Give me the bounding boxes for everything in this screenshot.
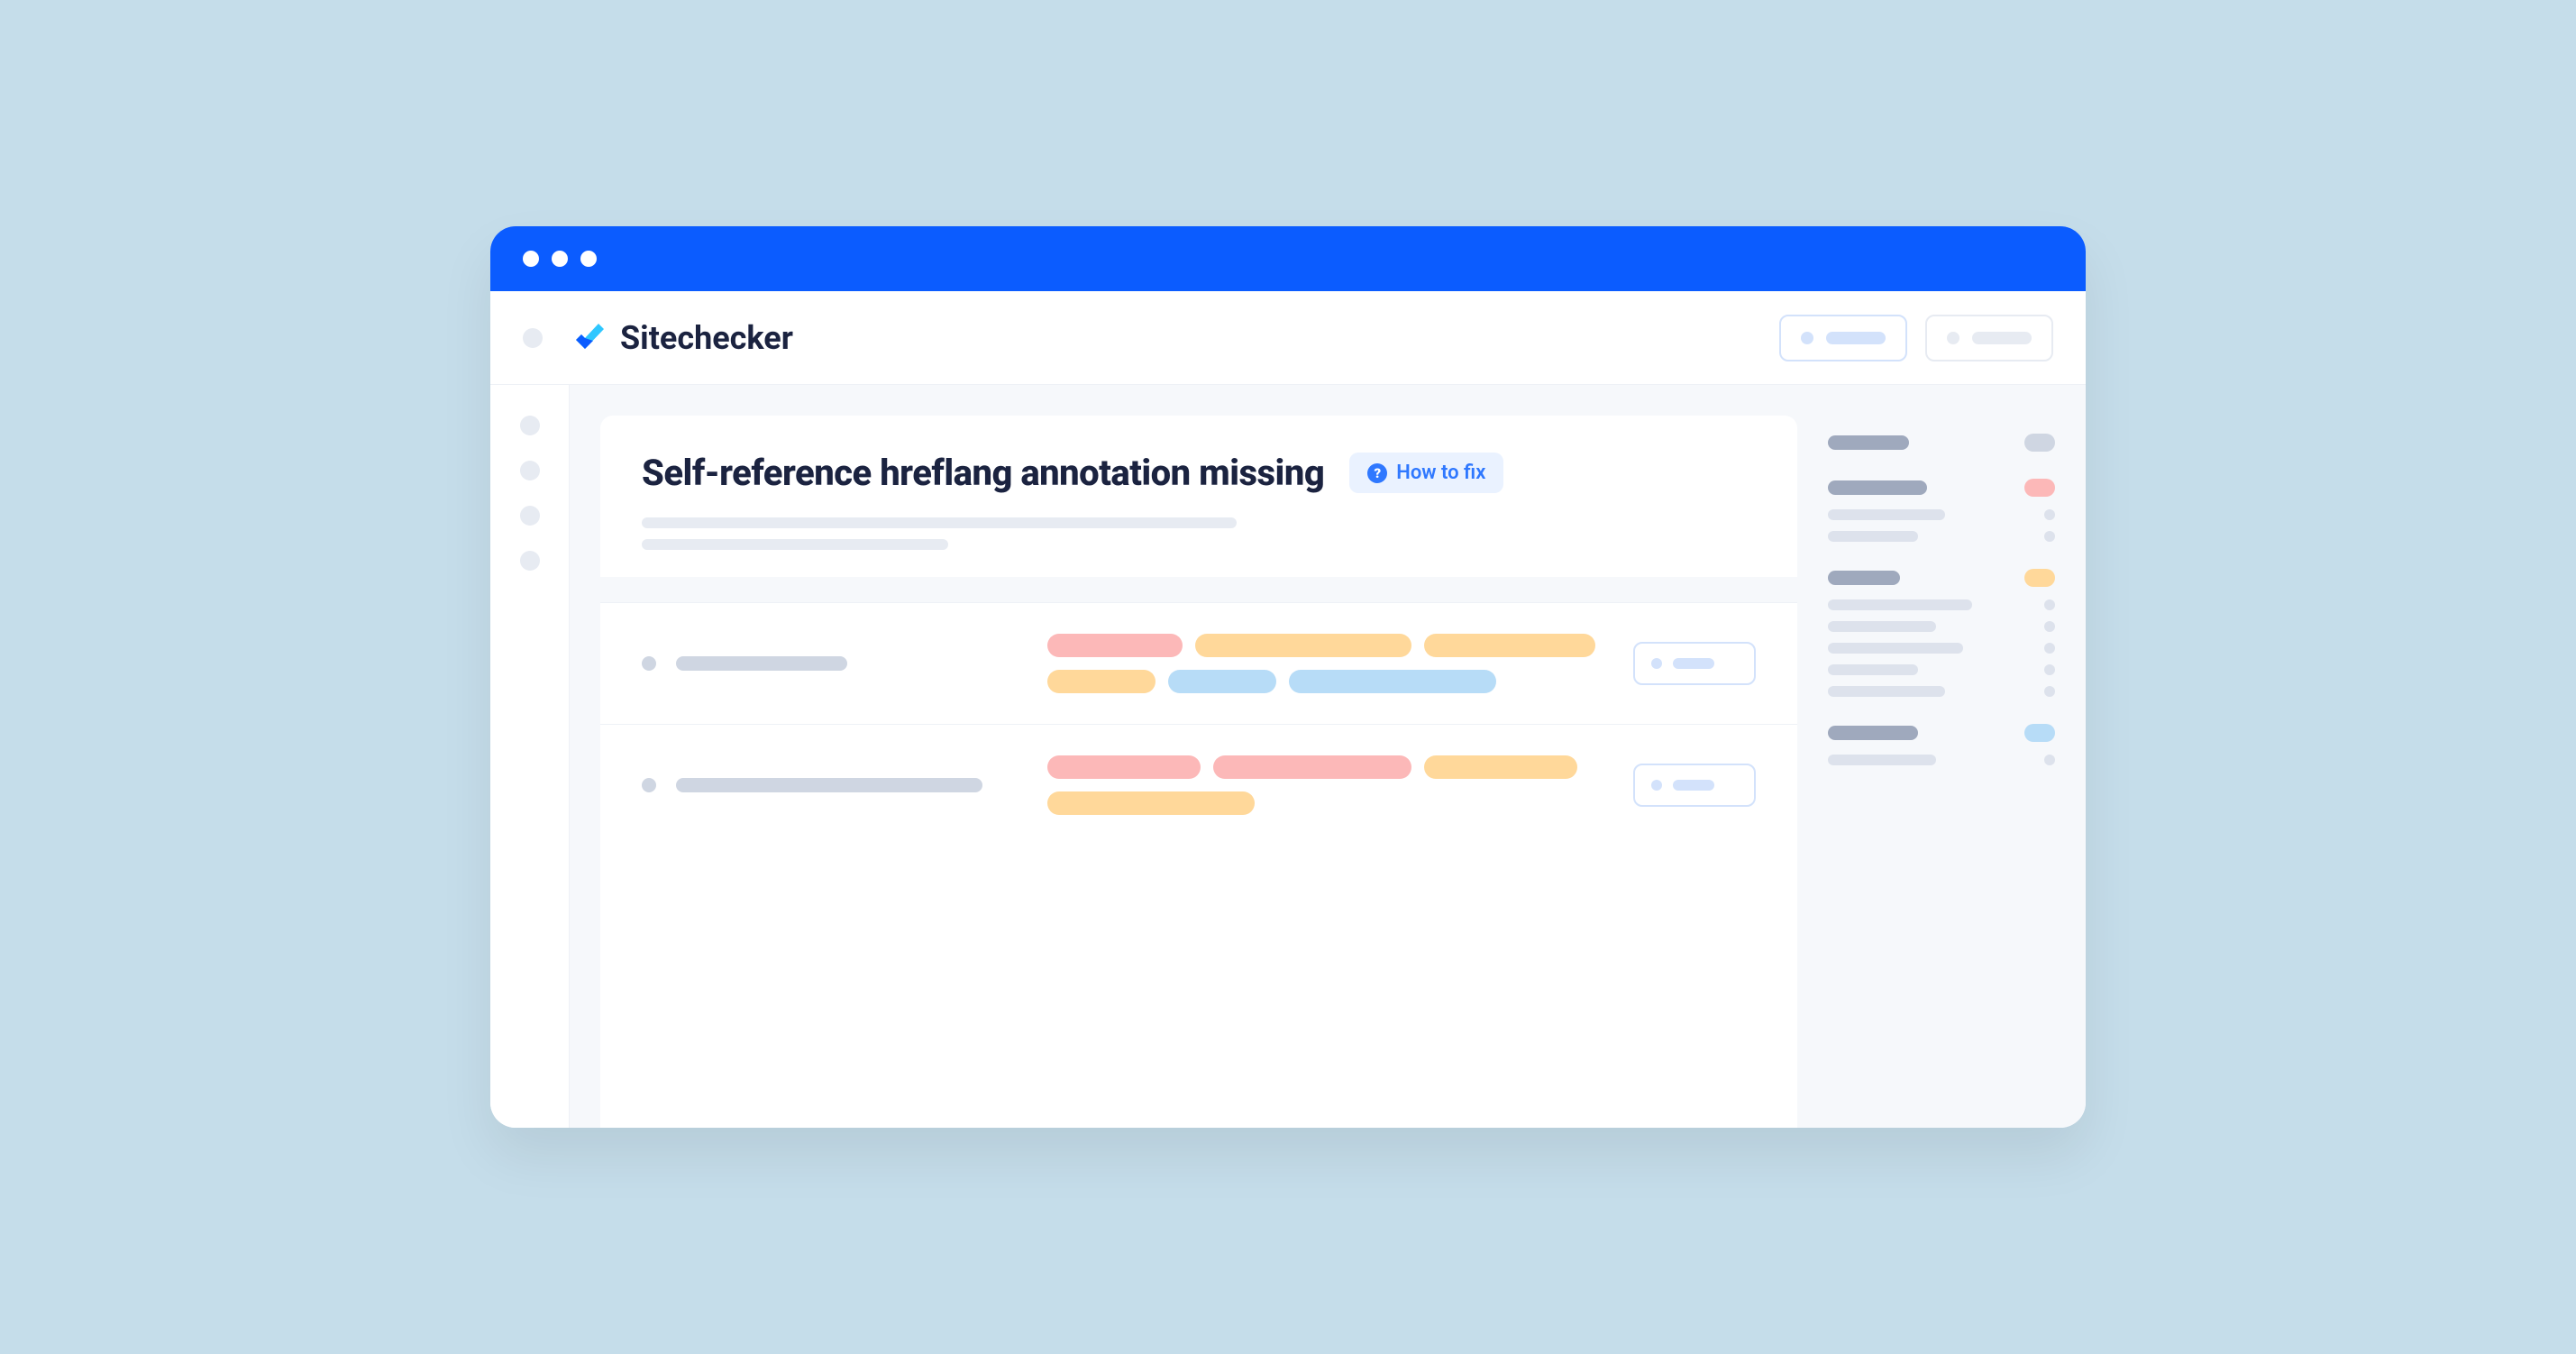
sidebar-item[interactable] (520, 416, 540, 435)
app-body: Self-reference hreflang annotation missi… (490, 385, 2086, 1128)
url-placeholder (676, 778, 982, 792)
panel-item[interactable] (1828, 643, 2055, 654)
tag-group (1047, 755, 1606, 815)
issue-row[interactable] (600, 724, 1797, 846)
section-heading (1828, 480, 1927, 495)
panel-item[interactable] (1828, 531, 2055, 542)
tag[interactable] (1424, 634, 1595, 657)
section-heading (1828, 571, 1900, 585)
count-badge (2024, 434, 2055, 452)
tag[interactable] (1047, 755, 1201, 779)
tag[interactable] (1424, 755, 1577, 779)
row-action-button[interactable] (1633, 764, 1756, 807)
bullet-icon (642, 656, 656, 671)
bullet-icon (642, 778, 656, 792)
how-to-fix-button[interactable]: ? How to fix (1349, 453, 1503, 493)
tag-group (1047, 634, 1606, 693)
section-heading (1828, 726, 1918, 740)
tag[interactable] (1047, 670, 1156, 693)
count-badge (2024, 479, 2055, 497)
question-icon: ? (1367, 463, 1387, 483)
placeholder-text (1673, 780, 1714, 791)
panel-item[interactable] (1828, 686, 2055, 697)
sidebar (490, 385, 570, 1128)
card-header: Self-reference hreflang annotation missi… (600, 416, 1797, 577)
panel-item[interactable] (1828, 599, 2055, 610)
app-header: Sitechecker (490, 291, 2086, 385)
placeholder-icon (1651, 780, 1662, 791)
panel-section (1828, 434, 2055, 452)
sidebar-item[interactable] (520, 551, 540, 571)
url-placeholder (676, 656, 847, 671)
tag[interactable] (1168, 670, 1276, 693)
sidebar-item[interactable] (520, 506, 540, 526)
panel-section (1828, 479, 2055, 542)
app-window: Sitechecker Self-reference hreflang anno… (490, 226, 2086, 1128)
section-heading (1828, 435, 1909, 450)
panel-item[interactable] (1828, 509, 2055, 520)
placeholder-text (1972, 332, 2032, 344)
count-badge (2024, 569, 2055, 587)
row-action-button[interactable] (1633, 642, 1756, 685)
header-action-secondary[interactable] (1925, 315, 2053, 361)
header-action-primary[interactable] (1779, 315, 1907, 361)
panel-item[interactable] (1828, 621, 2055, 632)
window-titlebar (490, 226, 2086, 291)
window-control-maximize[interactable] (580, 251, 597, 267)
menu-toggle[interactable] (523, 328, 543, 348)
sidebar-item[interactable] (520, 461, 540, 480)
tag[interactable] (1047, 791, 1255, 815)
placeholder-icon (1651, 658, 1662, 669)
placeholder-icon (1801, 332, 1813, 344)
tag[interactable] (1289, 670, 1496, 693)
panel-item[interactable] (1828, 664, 2055, 675)
description-placeholder (642, 517, 1756, 550)
panel-section (1828, 724, 2055, 765)
panel-section (1828, 569, 2055, 697)
tag[interactable] (1213, 755, 1411, 779)
tag[interactable] (1195, 634, 1411, 657)
window-control-minimize[interactable] (552, 251, 568, 267)
brand-name: Sitechecker (620, 319, 793, 357)
placeholder-text (1826, 332, 1886, 344)
placeholder-icon (1947, 332, 1959, 344)
tag[interactable] (1047, 634, 1183, 657)
panel-item[interactable] (1828, 755, 2055, 765)
count-badge (2024, 724, 2055, 742)
placeholder-text (1673, 658, 1714, 669)
issue-row[interactable] (600, 602, 1797, 724)
content-card: Self-reference hreflang annotation missi… (600, 416, 1797, 1128)
page-title: Self-reference hreflang annotation missi… (642, 452, 1324, 494)
how-to-fix-label: How to fix (1396, 462, 1485, 484)
window-control-close[interactable] (523, 251, 539, 267)
brand[interactable]: Sitechecker (571, 319, 793, 357)
checkmark-icon (571, 320, 607, 356)
main-area: Self-reference hreflang annotation missi… (570, 385, 2086, 1128)
right-panel (1797, 416, 2086, 1128)
